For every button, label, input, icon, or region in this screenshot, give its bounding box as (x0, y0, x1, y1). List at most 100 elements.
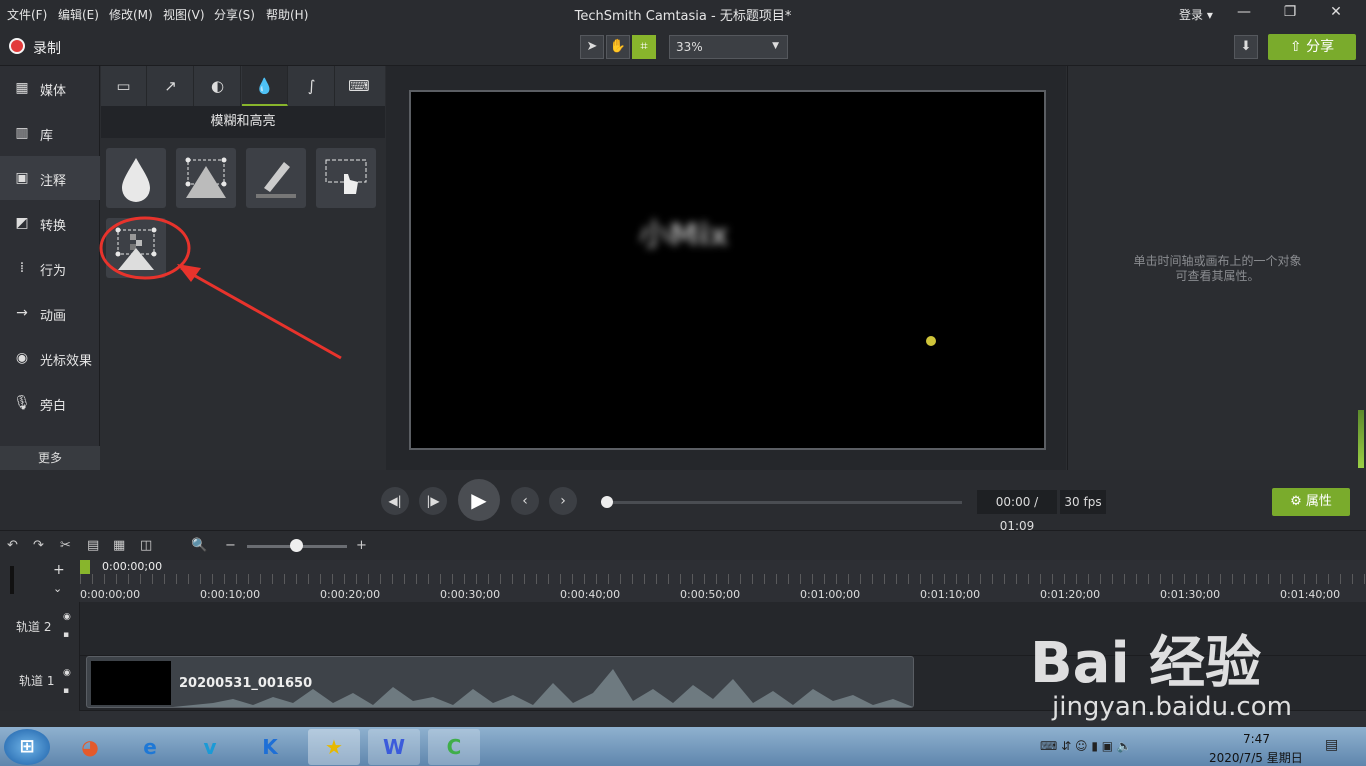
app-icon[interactable]: v (184, 729, 236, 765)
play-icon[interactable]: ▶ (458, 479, 500, 521)
zoom-value: 33% (676, 40, 703, 54)
share-button[interactable]: ⇧ 分享 (1268, 34, 1356, 60)
notification-icon[interactable]: ▤ (1325, 737, 1338, 753)
preview-canvas[interactable]: 小Mix (409, 90, 1046, 450)
watermark-brand: Bai 经验 (1030, 631, 1262, 696)
tick-label: 0:01:30;00 (1160, 588, 1221, 601)
zoom-in-icon[interactable]: + (356, 538, 367, 553)
arrow-tab-icon[interactable]: ↗ (148, 66, 194, 106)
collapse-tracks-icon[interactable]: ⌄ (53, 582, 62, 595)
redo-icon[interactable]: ↷ (33, 538, 44, 553)
spotlight-tile[interactable] (176, 148, 236, 208)
tick-label: 0:01:40;00 (1280, 588, 1341, 601)
login-button[interactable]: 登录 ▾ (1179, 6, 1213, 23)
hotspot-hand-icon (325, 159, 367, 194)
step-back-icon[interactable]: ◀| (381, 487, 409, 515)
properties-hint-2: 可查看其属性。 (1175, 269, 1260, 283)
annotation-tabs: ▭ ↗ ◐ 💧 ∫ ⌨ (101, 66, 385, 106)
lock-icon[interactable]: ▪ (63, 630, 69, 640)
pan-tool-icon[interactable]: ✋ (606, 35, 630, 59)
lock-icon[interactable]: ▪ (63, 686, 69, 696)
blur-drop-icon (122, 158, 150, 202)
copy-icon[interactable]: ▤ (87, 538, 99, 553)
nav-item-media[interactable]: ▦ 媒体 (0, 66, 100, 110)
properties-label: 属性 (1305, 494, 1332, 509)
nav-item-library[interactable]: ▥ 库 (0, 111, 100, 155)
keystroke-tab-icon[interactable]: ⌨ (336, 66, 382, 106)
properties-panel: 单击时间轴或画布上的一个对象 可查看其属性。 (1067, 66, 1366, 470)
split-icon[interactable]: ◫ (140, 538, 152, 553)
clock-date: 2020/7/5 星期日 (1209, 751, 1303, 765)
app-icon[interactable]: ◕ (64, 729, 116, 765)
timeline-toolbar: ↶ ↷ ✂ ▤ ▦ ◫ 🔍 − + (0, 530, 1366, 560)
visibility-icon[interactable]: ◉ (63, 612, 71, 622)
annotation-panel: ▭ ↗ ◐ 💧 ∫ ⌨ 模糊和高亮 (99, 66, 385, 470)
tick-label: 0:00:20;00 (320, 588, 381, 601)
tick-label: 0:00:00;00 (80, 588, 141, 601)
timecode: 00:00 / 01:09 (977, 490, 1057, 533)
zoom-select[interactable]: 33% ▼ (669, 35, 788, 59)
record-button[interactable]: 录制 (33, 38, 61, 58)
zoom-search-icon[interactable]: 🔍 (191, 538, 207, 553)
spotlight-icon (185, 157, 227, 198)
blur-tile[interactable] (106, 148, 166, 208)
tick-label: 0:01:20;00 (1040, 588, 1101, 601)
crop-tool-icon[interactable]: ⌗ (632, 35, 656, 59)
baidu-watermark: Bai 经验 jingyan.baidu.com (1030, 618, 1360, 728)
interactive-hotspot-tile[interactable] (316, 148, 376, 208)
previous-icon[interactable]: ‹ (511, 487, 539, 515)
scrub-track[interactable] (606, 501, 962, 504)
animation-icon: → (16, 305, 28, 321)
cut-icon[interactable]: ✂ (60, 538, 71, 553)
scrub-handle[interactable] (601, 496, 613, 508)
shape-tab-icon[interactable]: ◐ (195, 66, 241, 106)
tick-label: 0:00:40;00 (560, 588, 621, 601)
add-track-icon[interactable]: + (53, 562, 65, 578)
visibility-icon[interactable]: ◉ (63, 668, 71, 678)
behavior-icon: ⁞ (19, 260, 25, 276)
nav-item-annotations[interactable]: ▣ 注释 (0, 156, 100, 200)
watermark-url: jingyan.baidu.com (1052, 692, 1292, 722)
record-icon[interactable] (9, 38, 25, 54)
highlight-tile[interactable] (246, 148, 306, 208)
app-icon[interactable]: K (244, 729, 296, 765)
timeline-zoom-handle[interactable] (290, 539, 303, 552)
properties-button[interactable]: ⚙ 属性 (1272, 488, 1350, 516)
download-icon[interactable]: ⬇ (1234, 35, 1258, 59)
start-button-icon[interactable]: ⊞ (4, 729, 50, 765)
cursor-effect-icon: ◉ (15, 350, 29, 366)
sketch-tab-icon[interactable]: ∫ (289, 66, 335, 106)
audio-level-meter (1358, 410, 1364, 468)
microphone-icon: 🎙 (13, 395, 31, 411)
close-icon[interactable]: ✕ (1324, 4, 1348, 24)
track-2-header[interactable]: 轨道 2 ◉ ▪ (0, 602, 80, 656)
track-height-slider[interactable] (10, 566, 14, 594)
browser-icon[interactable]: e (124, 729, 176, 765)
undo-icon[interactable]: ↶ (7, 538, 18, 553)
tick-label: 0:00:10;00 (200, 588, 261, 601)
media-clip[interactable]: 20200531_001650 (86, 656, 914, 708)
chevron-down-icon: ▼ (772, 41, 779, 51)
paste-icon[interactable]: ▦ (113, 538, 125, 553)
app-icon[interactable]: W (368, 729, 420, 765)
minimize-icon[interactable]: — (1232, 4, 1256, 24)
tray-icons[interactable]: ⌨ ⇵ ☺ ▮ ▣ 🔈 (1040, 739, 1132, 753)
next-icon[interactable]: › (549, 487, 577, 515)
step-forward-icon[interactable]: |▶ (419, 487, 447, 515)
zoom-out-icon[interactable]: − (225, 538, 236, 553)
app-title: TechSmith Camtasia - 无标题项目* (574, 9, 792, 24)
blur-tab-icon[interactable]: 💧 (242, 66, 288, 106)
callout-tab-icon[interactable]: ▭ (101, 66, 147, 106)
film-icon: ▦ (15, 80, 29, 96)
camtasia-taskbar-icon[interactable]: C (428, 729, 480, 765)
playhead[interactable] (80, 560, 90, 574)
restore-icon[interactable]: ❐ (1278, 4, 1302, 24)
app-icon[interactable]: ★ (308, 729, 360, 765)
more-button[interactable]: 更多 (0, 446, 100, 470)
timeline-ruler[interactable]: 0:00:00;00 0:00:00;00 0:00:10;00 0:00:20… (80, 560, 1366, 602)
nav-item-narration[interactable]: 🎙 旁白 (0, 381, 100, 425)
track-1-label: 轨道 1 (19, 674, 55, 688)
select-tool-icon[interactable]: ➤ (580, 35, 604, 59)
transition-icon: ◩ (15, 215, 29, 231)
track-1-header[interactable]: 轨道 1 ◉ ▪ (0, 656, 80, 711)
